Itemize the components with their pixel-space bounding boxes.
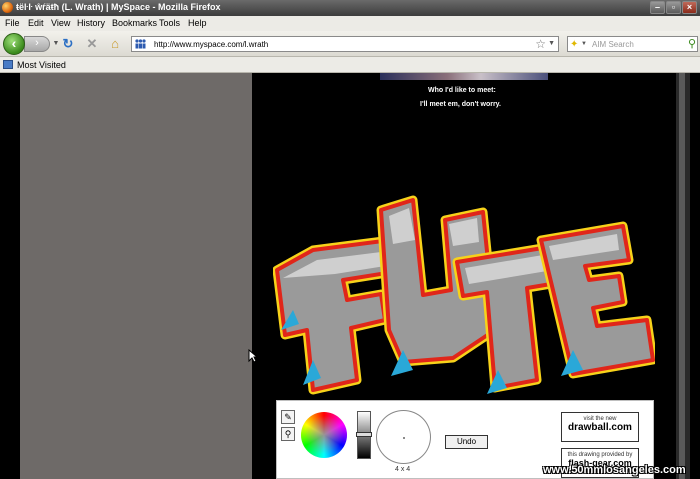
url-dropdown-icon[interactable]: ▼ [548,40,555,47]
menu-history[interactable]: History [77,18,105,28]
menu-bookmarks[interactable]: Bookmarks [112,18,157,28]
title-bar: ŧëŀŀ ŵŕäŧħ (L. Wrath) | MySpace - Mozill… [0,0,700,16]
mouse-cursor-icon [248,349,258,363]
most-visited-icon [3,60,13,69]
pencil-tool-button[interactable]: ✎ [281,410,295,424]
who-id-like-to-meet-heading: Who I'd like to meet: [428,87,496,94]
aim-icon[interactable]: ✦ [570,39,578,50]
menu-bar: File Edit View History Bookmarks Tools H… [0,16,700,31]
graffiti-artwork [272,180,658,400]
search-engine-dropdown-icon[interactable]: ▼ [581,41,587,47]
menu-tools[interactable]: Tools [159,18,180,28]
who-id-like-to-meet-body: I'll meet em, don't worry. [420,101,501,108]
bookmark-most-visited[interactable]: Most Visited [17,60,66,70]
watermark-text: www.50mmlosangeles.com [543,464,686,476]
restore-button[interactable]: ▫ [666,1,681,14]
menu-edit[interactable]: Edit [28,18,44,28]
brush-size-label: 4 x 4 [395,466,411,473]
slider-handle[interactable] [356,432,372,437]
home-icon[interactable]: ⌂ [107,36,123,52]
eyedropper-tool-button[interactable]: ⚲ [281,427,295,441]
stop-icon[interactable]: ✕ [84,36,100,52]
forward-arrow-icon: › [35,37,39,49]
bookmarks-toolbar: Most Visited [0,57,700,73]
profile-photo-strip [380,73,548,80]
right-edge-strip [679,73,685,479]
firefox-icon [2,2,13,13]
menu-view[interactable]: View [51,18,70,28]
drawball-promo-link[interactable]: visit the new drawball.com [561,412,639,442]
menu-help[interactable]: Help [188,18,207,28]
brightness-slider[interactable] [356,411,372,459]
reload-icon[interactable]: ↻ [60,36,76,52]
url-bar[interactable]: http://www.myspace.com/l.wrath ☆ ▼ [131,36,559,52]
eyedropper-icon: ⚲ [284,429,292,439]
minimize-button[interactable]: – [650,1,665,14]
close-button[interactable]: × [682,1,697,14]
color-wheel[interactable] [301,412,347,458]
menu-file[interactable]: File [5,18,20,28]
search-box[interactable]: ✦ ▼ AIM Search ⚲ [567,36,698,52]
left-sidebar-panel [20,73,252,479]
navigation-toolbar: › ‹ ▼ ↻ ✕ ⌂ http://www.myspace.com/l.wra… [0,31,700,57]
myspace-favicon [135,39,146,49]
star-icon[interactable]: ☆ [535,37,546,51]
back-button[interactable]: ‹ [3,33,25,55]
search-placeholder: AIM Search [592,40,634,49]
brush-preview [376,410,431,464]
back-arrow-icon: ‹ [11,35,17,51]
brush-dot [403,437,405,439]
undo-button[interactable]: Undo [445,435,488,449]
promo1-big-text: drawball.com [568,422,632,433]
url-text: http://www.myspace.com/l.wrath [154,40,269,49]
forward-button[interactable]: › [24,36,50,52]
pencil-icon: ✎ [284,412,292,422]
search-icon[interactable]: ⚲ [688,37,696,50]
window-title: ŧëŀŀ ŵŕäŧħ (L. Wrath) | MySpace - Mozill… [16,2,221,12]
